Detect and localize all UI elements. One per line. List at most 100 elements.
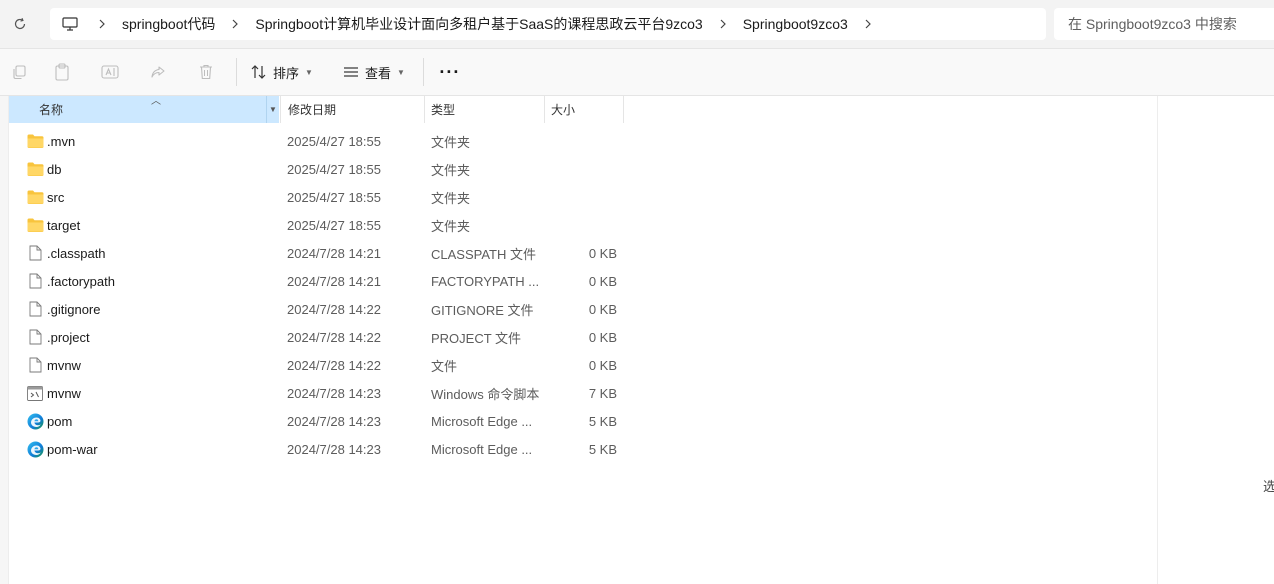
file-icon [26, 267, 44, 295]
file-row[interactable]: .classpath 2024/7/28 14:21 CLASSPATH 文件 0 K… [8, 239, 628, 267]
rename-button[interactable] [86, 56, 134, 88]
file-name: db [47, 161, 62, 177]
file-row[interactable]: .gitignore 2024/7/28 14:22 GITIGNORE 文件 0 K… [8, 295, 628, 323]
file-size [548, 127, 617, 155]
file-name: mvnw [47, 385, 81, 401]
file-type: Microsoft Edge ... [431, 441, 533, 457]
file-size: 7 KB [588, 385, 617, 401]
column-header-type[interactable]: 类型 [424, 96, 544, 123]
chevron-down-icon: ▼ [396, 67, 405, 77]
file-list-pane: 名称 ︿ ▼ 修改日期 类型 大小 .mvn 2025/4/27 18:55 文件夹… [0, 96, 1274, 584]
file-date: 2025/4/27 18:55 [287, 189, 381, 205]
edge-icon [26, 435, 44, 463]
file-row[interactable]: mvnw 2024/7/28 14:23 Windows 命令脚本 7 KB [8, 379, 628, 407]
paste-button[interactable] [38, 56, 86, 88]
file-row[interactable]: .project 2024/7/28 14:22 PROJECT 文件 0 KB [8, 323, 628, 351]
file-row[interactable]: db 2025/4/27 18:55 文件夹 [8, 155, 628, 183]
delete-button[interactable] [182, 56, 230, 88]
file-type: FACTORYPATH ... [431, 273, 540, 289]
file-size [548, 183, 617, 211]
chevron-right-icon[interactable] [856, 19, 880, 29]
copy-button[interactable] [0, 56, 38, 88]
command-bar: 排序 ▼ 查看 ▼ ··· [0, 49, 1274, 96]
file-row[interactable]: target 2025/4/27 18:55 文件夹 [8, 211, 628, 239]
this-pc-button[interactable] [50, 8, 90, 40]
column-header-date[interactable]: 修改日期 [280, 96, 424, 123]
toolbar-separator [236, 58, 237, 86]
file-date: 2025/4/27 18:55 [287, 133, 381, 149]
file-icon [26, 295, 44, 323]
search-placeholder: 在 Springboot9zco3 中搜索 [1068, 16, 1237, 32]
file-type: Windows 命令脚本 [431, 386, 540, 402]
breadcrumb-item[interactable]: Springboot9zco3 [735, 8, 856, 40]
file-date: 2024/7/28 14:23 [287, 441, 381, 457]
file-row[interactable]: mvnw 2024/7/28 14:22 文件 0 KB [8, 351, 628, 379]
view-button[interactable]: 查看 ▼ [335, 56, 413, 88]
file-type: CLASSPATH 文件 [431, 246, 536, 262]
column-filter-dropdown[interactable]: ▼ [266, 96, 279, 123]
file-list: .mvn 2025/4/27 18:55 文件夹 db 2025/4/27 18:55 文… [8, 127, 628, 463]
column-type-label: 类型 [431, 103, 456, 117]
file-type: PROJECT 文件 [431, 330, 522, 346]
file-name: .factorypath [47, 273, 115, 289]
refresh-button[interactable] [10, 14, 30, 34]
file-size: 0 KB [588, 357, 617, 373]
sort-button[interactable]: 排序 ▼ [243, 56, 321, 88]
file-size: 0 KB [588, 273, 617, 289]
file-size: 5 KB [588, 413, 617, 429]
file-size: 0 KB [588, 301, 617, 317]
column-header: 名称 ︿ ▼ 修改日期 类型 大小 [8, 96, 628, 123]
folder-icon [26, 183, 44, 211]
rename-icon [101, 65, 119, 79]
file-size: 0 KB [588, 245, 617, 261]
search-input[interactable]: 在 Springboot9zco3 中搜索 [1054, 8, 1274, 40]
view-label: 查看 [364, 65, 391, 81]
column-date-label: 修改日期 [288, 103, 337, 117]
column-header-name[interactable]: 名称 ︿ [9, 96, 279, 123]
breadcrumb-item[interactable]: Springboot计算机毕业设计面向多租户基于SaaS的课程思政云平台9zco… [247, 8, 710, 40]
file-date: 2024/7/28 14:21 [287, 245, 381, 261]
view-list-icon [343, 67, 358, 77]
file-row[interactable]: pom-war 2024/7/28 14:23 Microsoft Edge ...… [8, 435, 628, 463]
folder-icon [26, 211, 44, 239]
file-row[interactable]: .factorypath 2024/7/28 14:21 FACTORYPATH .… [8, 267, 628, 295]
script-icon [26, 379, 44, 407]
preview-pane: 选 [1157, 96, 1274, 584]
more-options-button[interactable]: ··· [430, 56, 470, 88]
file-name: pom [47, 413, 73, 429]
file-row[interactable]: pom 2024/7/28 14:23 Microsoft Edge ... 5 KB [8, 407, 628, 435]
file-name: .project [47, 329, 90, 345]
file-row[interactable]: .mvn 2025/4/27 18:55 文件夹 [8, 127, 628, 155]
breadcrumb-item[interactable]: springboot代码 [114, 8, 223, 40]
column-name-label: 名称 [39, 103, 64, 117]
file-date: 2025/4/27 18:55 [287, 161, 381, 177]
chevron-right-icon[interactable] [223, 19, 247, 29]
monitor-icon [62, 17, 78, 31]
file-name: .mvn [47, 133, 76, 149]
column-header-size[interactable]: 大小 [544, 96, 624, 123]
breadcrumb[interactable]: springboot代码 Springboot计算机毕业设计面向多租户基于Saa… [50, 8, 1046, 40]
file-size [548, 155, 617, 183]
file-date: 2024/7/28 14:23 [287, 385, 381, 401]
folder-icon [26, 127, 44, 155]
column-size-label: 大小 [551, 103, 576, 117]
refresh-icon [14, 17, 26, 30]
chevron-right-icon[interactable] [90, 19, 114, 29]
file-date: 2024/7/28 14:22 [287, 301, 381, 317]
file-icon [26, 351, 44, 379]
file-date: 2024/7/28 14:22 [287, 329, 381, 345]
file-type: 文件 [431, 358, 458, 374]
file-row[interactable]: src 2025/4/27 18:55 文件夹 [8, 183, 628, 211]
file-type: 文件夹 [431, 218, 471, 234]
share-button[interactable] [134, 56, 182, 88]
file-icon [26, 323, 44, 351]
file-size: 0 KB [588, 329, 617, 345]
address-bar: springboot代码 Springboot计算机毕业设计面向多租户基于Saa… [0, 0, 1274, 49]
chevron-down-icon: ▼ [269, 105, 277, 114]
file-date: 2024/7/28 14:21 [287, 273, 381, 289]
file-name: .classpath [47, 245, 106, 261]
sort-label: 排序 [273, 65, 300, 81]
chevron-right-icon[interactable] [711, 19, 735, 29]
file-name: src [47, 189, 65, 205]
toolbar-separator [422, 58, 424, 86]
